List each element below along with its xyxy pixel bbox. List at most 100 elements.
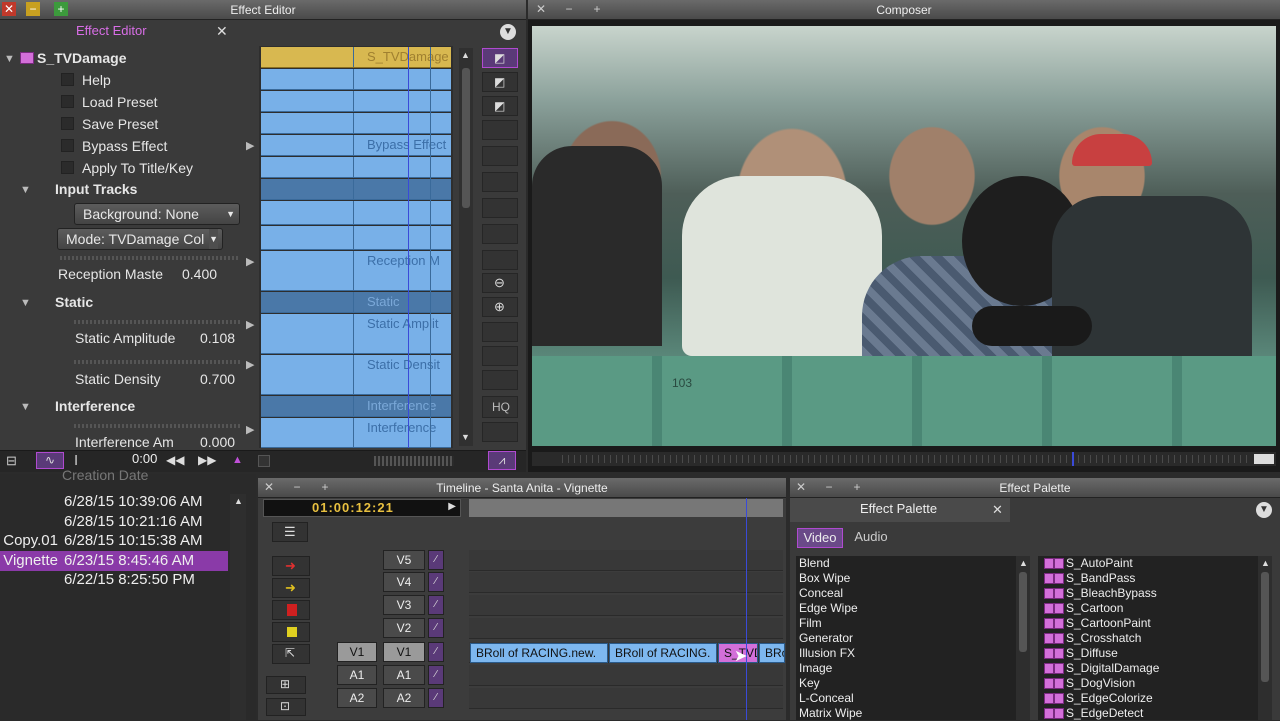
keyframe-arrow-icon[interactable]: ▶ <box>246 318 254 331</box>
bin-row-name[interactable]: Copy.01 <box>0 532 58 549</box>
effect-scrollbar[interactable]: ▲ <box>1258 556 1272 720</box>
scroll-up-icon[interactable]: ▲ <box>1019 558 1028 568</box>
source-track-a1[interactable]: A1 <box>337 665 377 685</box>
keyframe-arrow-icon[interactable]: ▶ <box>246 358 254 371</box>
effect-item[interactable]: S_EdgeColorize <box>1040 691 1254 706</box>
keyframe-row-bypass[interactable]: Bypass Effect <box>261 135 451 156</box>
playhead[interactable] <box>1072 452 1074 466</box>
keyframe-row-apply[interactable] <box>261 157 451 178</box>
static-amplitude-value[interactable]: 0.108 <box>200 330 250 346</box>
tab-video[interactable]: Video <box>797 528 843 548</box>
keyframe-arrow-icon[interactable]: ▶ <box>246 139 254 152</box>
layout-icon[interactable]: ⊟ <box>6 453 17 469</box>
load-preset-checkbox[interactable] <box>61 95 74 108</box>
effect-item[interactable]: S_BleachBypass <box>1040 586 1254 601</box>
track-edit-icon[interactable]: ∕ <box>428 595 444 615</box>
category-item[interactable]: Film <box>799 616 1009 631</box>
close-tab-icon[interactable]: ✕ <box>992 502 1003 518</box>
track-edit-icon[interactable]: ∕ <box>428 642 444 662</box>
keyframe-row-interference[interactable]: Interference <box>261 396 451 417</box>
reception-value[interactable]: 0.400 <box>182 266 232 282</box>
timeline-tool-grid[interactable]: ⊞ <box>266 676 306 694</box>
bin-row-date[interactable]: 6/28/15 10:39:06 AM <box>64 493 202 510</box>
track-v5[interactable]: V5 <box>383 550 425 570</box>
category-item[interactable]: Edge Wipe <box>799 601 1009 616</box>
rewind-icon[interactable]: ◀◀ <box>166 453 184 467</box>
edit-button-2[interactable]: ◩ <box>482 72 518 92</box>
category-item[interactable]: Box Wipe <box>799 571 1009 586</box>
effect-palette-menu-icon[interactable]: ▼ <box>1256 502 1272 518</box>
background-dropdown[interactable]: Background: None ▼ <box>74 203 240 225</box>
blank-button[interactable] <box>482 172 518 192</box>
scroll-up-icon[interactable]: ▲ <box>461 50 470 60</box>
track-a2[interactable]: A2 <box>383 688 425 708</box>
timeline-ruler[interactable] <box>469 499 783 517</box>
triangle-marker-icon[interactable]: ▲ <box>232 454 243 466</box>
scroll-up-icon[interactable]: ▲ <box>1261 558 1270 568</box>
effect-item[interactable]: S_DogVision <box>1040 676 1254 691</box>
minimize-icon[interactable]: − <box>562 2 576 16</box>
interference-value[interactable]: 0.000 <box>200 434 250 450</box>
minimize-icon[interactable]: − <box>290 480 304 494</box>
blank-button[interactable] <box>482 422 518 442</box>
track-v2[interactable]: V2 <box>383 618 425 638</box>
keyframe-row-load[interactable] <box>261 91 451 112</box>
scroll-thumb[interactable] <box>462 68 470 208</box>
track-v4[interactable]: V4 <box>383 572 425 592</box>
category-item[interactable]: Blend <box>799 556 1009 571</box>
blank-button[interactable] <box>482 346 518 366</box>
fast-forward-icon[interactable]: ▶▶ <box>198 453 216 467</box>
effect-palette-tab[interactable]: Effect Palette ✕ <box>790 498 1010 522</box>
composer-scrub-bar[interactable] <box>532 452 1276 466</box>
slider-track[interactable] <box>60 256 240 260</box>
minimize-icon[interactable]: − <box>822 480 836 494</box>
track-edit-icon[interactable]: ∕ <box>428 618 444 638</box>
track-v1[interactable]: V1 <box>383 642 425 662</box>
track-lane-v3[interactable] <box>469 595 783 616</box>
apply-title-checkbox[interactable] <box>61 161 74 174</box>
input-tracks-triangle-icon[interactable]: ▼ <box>20 184 31 196</box>
blank-button[interactable] <box>482 198 518 218</box>
track-edit-icon[interactable]: ∕ <box>428 572 444 592</box>
blank-button[interactable] <box>482 120 518 140</box>
effect-item[interactable]: S_EdgeDetect <box>1040 706 1254 721</box>
timeline-clip[interactable]: BRoll of RACING.new. <box>470 643 608 663</box>
keyframe-row-help[interactable] <box>261 69 451 90</box>
effect-item[interactable]: S_BandPass <box>1040 571 1254 586</box>
tab-audio[interactable]: Audio <box>848 528 894 548</box>
keyframe-row-static[interactable]: Static <box>261 292 451 313</box>
bypass-effect-checkbox[interactable] <box>61 139 74 152</box>
bin-row-date[interactable]: 6/28/15 10:21:16 AM <box>64 513 202 530</box>
track-v3[interactable]: V3 <box>383 595 425 615</box>
effect-item[interactable]: S_CartoonPaint <box>1040 616 1254 631</box>
keyframe-row-static-density[interactable]: Static Densit <box>261 355 451 395</box>
track-lane-a2[interactable] <box>469 688 783 709</box>
zoom-in-button[interactable]: ⊕ <box>482 297 518 317</box>
category-item[interactable]: Image <box>799 661 1009 676</box>
effect-mode-button[interactable]: ◩ <box>482 48 518 68</box>
timeline-tool-red-arrow[interactable]: ➜ <box>272 556 310 576</box>
edit-button-3[interactable]: ◩ <box>482 96 518 116</box>
save-preset-checkbox[interactable] <box>61 117 74 130</box>
help-checkbox[interactable] <box>61 73 74 86</box>
bin-row-date[interactable]: 6/22/15 8:25:50 PM <box>64 571 195 588</box>
slider-track[interactable] <box>74 360 240 364</box>
slider-track[interactable] <box>74 424 240 428</box>
keyframe-row-static-amp[interactable]: Static Amplit <box>261 314 451 354</box>
close-icon[interactable]: ✕ <box>262 480 276 494</box>
scroll-thumb[interactable] <box>1261 572 1269 682</box>
bin-row-date[interactable]: 6/23/15 8:45:46 AM <box>64 552 194 569</box>
keyframe-row-input-tracks[interactable] <box>261 179 451 200</box>
track-edit-icon[interactable]: ∕ <box>428 665 444 685</box>
track-lane-v5[interactable] <box>469 550 783 571</box>
close-icon[interactable]: ✕ <box>2 2 16 16</box>
category-item[interactable]: L-Conceal <box>799 691 1009 706</box>
keyframe-row-save[interactable] <box>261 113 451 134</box>
mode-dropdown[interactable]: Mode: TVDamage Col ▼ <box>57 228 223 250</box>
timeline-tool-red-segment[interactable] <box>272 600 310 620</box>
bin-column-header[interactable]: Creation Date <box>62 467 148 483</box>
close-tab-icon[interactable]: ✕ <box>216 23 228 40</box>
blank-button[interactable] <box>482 224 518 244</box>
hq-button[interactable]: HQ <box>482 396 518 418</box>
slider-track[interactable] <box>74 320 240 324</box>
